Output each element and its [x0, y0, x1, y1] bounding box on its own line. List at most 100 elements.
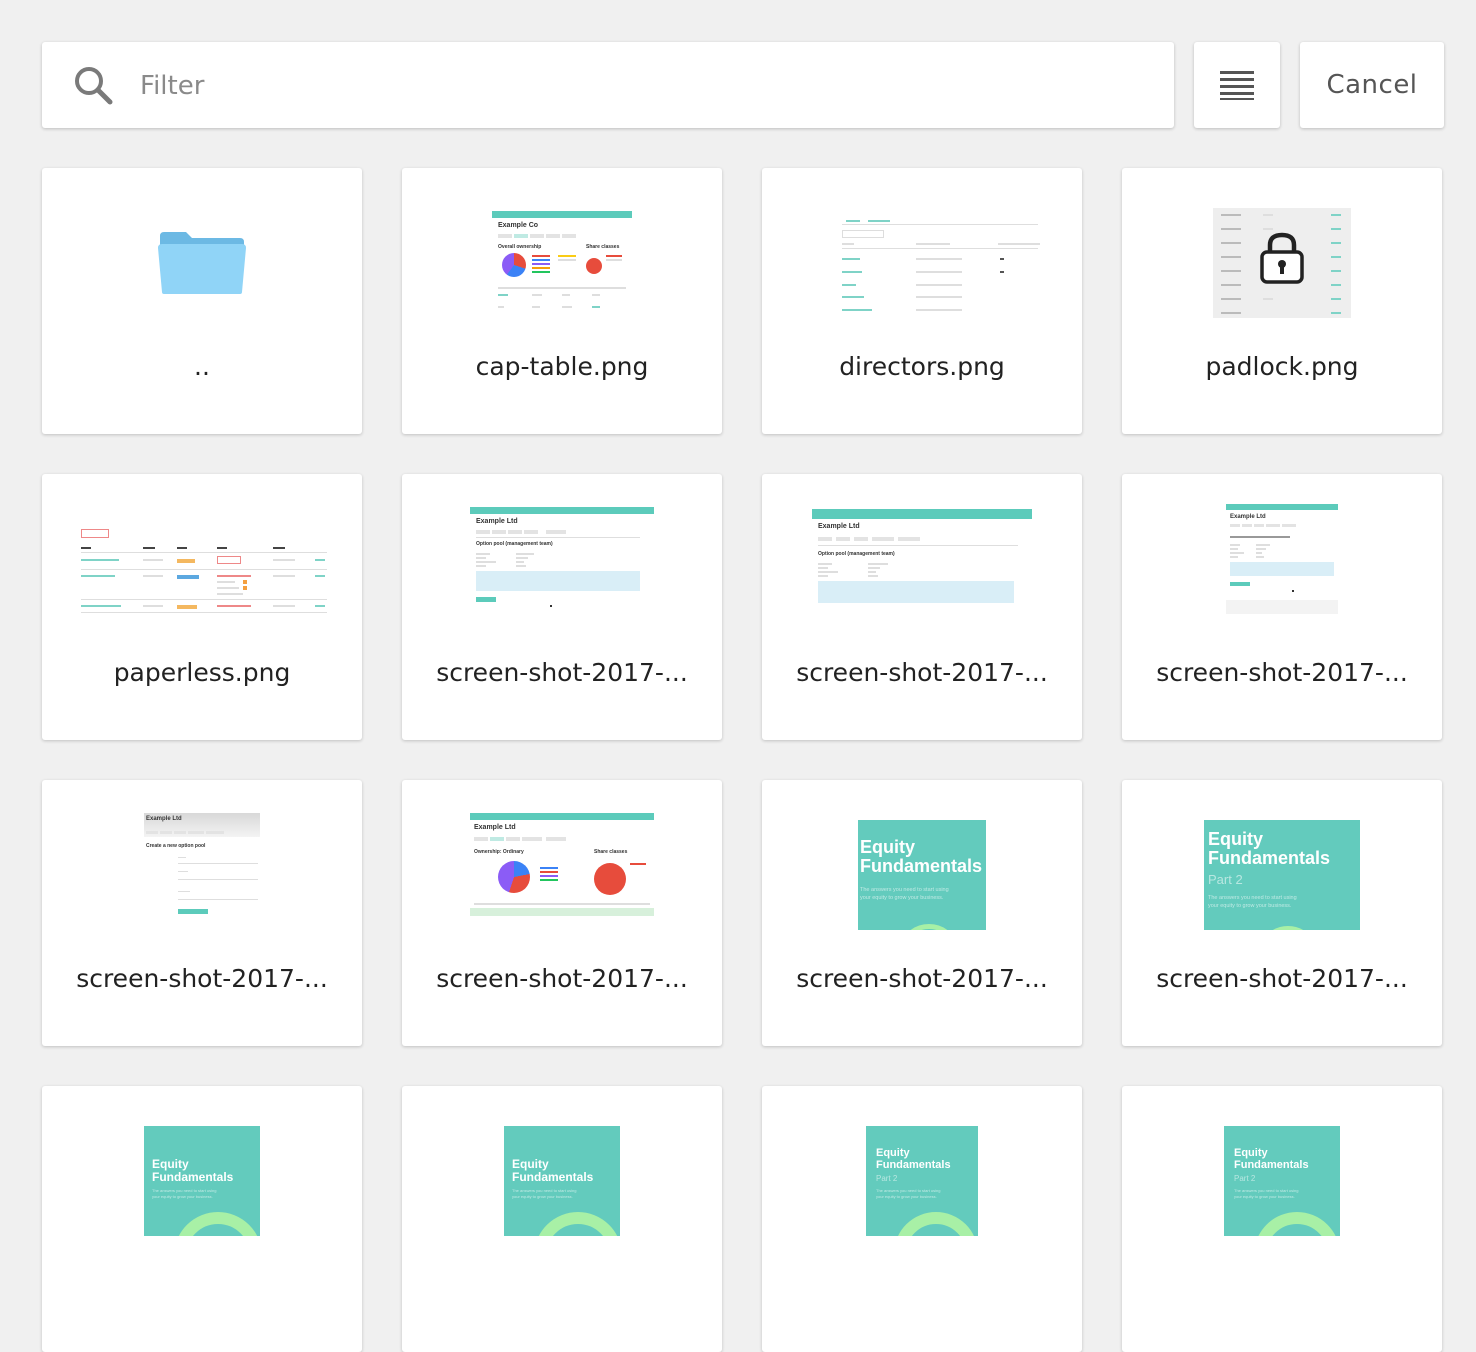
file-tile[interactable]: Example Ltd Option pool (management team…: [402, 474, 722, 740]
tile-thumbnail: [762, 198, 1082, 328]
equity-fundamentals-thumbnail: Equity Fundamentals The answers you need…: [144, 1126, 260, 1236]
thumb-title: Example Co: [498, 222, 539, 229]
create-option-pool-thumbnail: Example Ltd Create a new option pool: [144, 813, 260, 921]
tile-thumbnail: Example Ltd Ownership: Ordinary Share cl…: [402, 802, 722, 932]
thumb-title: Example Ltd: [146, 816, 182, 822]
folder-icon: [158, 232, 246, 294]
equity-title-line2: Fundamentals: [860, 855, 983, 876]
option-pool-thumbnail: Example Ltd Option pool (management team…: [812, 509, 1032, 613]
file-tile[interactable]: Example Ltd screen-shot-2017-...: [1122, 474, 1442, 740]
file-tile[interactable]: paperless.png: [42, 474, 362, 740]
tile-filename: ..: [194, 352, 210, 381]
equity-fundamentals-part2-thumbnail: Equity Fundamentals Part 2 The answers y…: [1224, 1126, 1340, 1236]
cap-table-thumbnail: Example Co Overall ownership Share class…: [492, 211, 632, 315]
tile-filename: paperless.png: [113, 658, 291, 687]
file-tile[interactable]: Equity Fundamentals The answers you need…: [762, 780, 1082, 1046]
equity-sub-line2: your equity to grow your business.: [1208, 903, 1292, 910]
equity-title-line1: Equity: [1208, 829, 1264, 849]
tile-thumbnail: Equity Fundamentals The answers you need…: [762, 820, 1082, 930]
tile-filename: screen-shot-2017-...: [1156, 658, 1408, 687]
tile-filename: screen-shot-2017-...: [436, 964, 688, 993]
equity-part-label: Part 2: [1208, 872, 1243, 887]
tile-thumbnail: [42, 198, 362, 328]
paperless-thumbnail: [77, 513, 327, 613]
tile-thumbnail: Example Ltd Create a new option pool: [42, 802, 362, 932]
file-grid: .. Example Co Overall ownership Share cl…: [42, 168, 1442, 1352]
tile-filename: padlock.png: [1205, 352, 1359, 381]
equity-sub-line1: The answers you need to start using: [1208, 895, 1297, 901]
thumb-label: Create a new option pool: [146, 843, 206, 849]
tile-thumbnail: Example Ltd Option pool (management team…: [402, 494, 722, 624]
file-tile[interactable]: Example Ltd Option pool (management team…: [762, 474, 1082, 740]
tile-filename: cap-table.png: [475, 352, 649, 381]
list-view-icon: [1220, 71, 1254, 100]
equity-part-label: Part 2: [1234, 1174, 1256, 1183]
tile-filename: screen-shot-2017-...: [1156, 964, 1408, 993]
equity-title-line2: Fundamentals: [512, 1169, 594, 1184]
thumb-title: Example Ltd: [476, 518, 518, 525]
file-tile[interactable]: Equity Fundamentals Part 2 The answers y…: [762, 1086, 1082, 1352]
file-tile[interactable]: Example Ltd Create a new option pool scr…: [42, 780, 362, 1046]
equity-title-line2: Fundamentals: [876, 1158, 951, 1171]
ownership-thumbnail: Example Ltd Ownership: Ordinary Share cl…: [470, 813, 654, 921]
tile-thumbnail: Example Co Overall ownership Share class…: [402, 198, 722, 328]
file-tile[interactable]: Equity Fundamentals The answers you need…: [402, 1086, 722, 1352]
thumb-title: Example Ltd: [818, 523, 860, 530]
file-tile[interactable]: Example Co Overall ownership Share class…: [402, 168, 722, 434]
tile-filename: screen-shot-2017-...: [76, 964, 328, 993]
tile-thumbnail: Equity Fundamentals Part 2 The answers y…: [1122, 1126, 1442, 1236]
tile-thumbnail: [42, 498, 362, 628]
equity-sub-line1: The answers you need to start using: [860, 887, 949, 893]
equity-title-line1: Equity: [152, 1157, 189, 1171]
file-tile-parent-folder[interactable]: ..: [42, 168, 362, 434]
equity-sub-line2: your equity to grow your business.: [512, 1194, 573, 1199]
equity-title-line2: Fundamentals: [152, 1169, 234, 1184]
search-icon: [75, 67, 113, 105]
padlock-thumbnail: [1213, 208, 1351, 318]
file-tile[interactable]: Example Ltd Ownership: Ordinary Share cl…: [402, 780, 722, 1046]
thumb-label: Ownership: Ordinary: [474, 849, 524, 855]
equity-title-line2: Fundamentals: [1234, 1158, 1309, 1171]
search-box[interactable]: [42, 42, 1174, 128]
equity-title-line1: Equity: [860, 837, 916, 857]
tile-thumbnail: [1122, 198, 1442, 328]
equity-part-label: Part 2: [876, 1174, 898, 1183]
filter-input[interactable]: [138, 64, 1142, 108]
thumb-label: Share classes: [594, 849, 628, 855]
equity-title-line1: Equity: [512, 1157, 549, 1171]
file-tile[interactable]: padlock.png: [1122, 168, 1442, 434]
tile-thumbnail: Equity Fundamentals The answers you need…: [402, 1126, 722, 1236]
file-tile[interactable]: Equity Fundamentals The answers you need…: [42, 1086, 362, 1352]
tile-filename: screen-shot-2017-...: [796, 964, 1048, 993]
file-picker-toolbar: Cancel: [42, 42, 1444, 128]
tile-filename: directors.png: [839, 352, 1005, 381]
tile-thumbnail: Equity Fundamentals Part 2 The answers y…: [1122, 820, 1442, 930]
directors-thumbnail: [802, 210, 1042, 316]
file-tile[interactable]: directors.png: [762, 168, 1082, 434]
option-pool-thumbnail: Example Ltd: [1226, 504, 1338, 614]
equity-fundamentals-part2-thumbnail: Equity Fundamentals Part 2 The answers y…: [866, 1126, 978, 1236]
thumb-label: Share classes: [586, 244, 620, 250]
list-view-button[interactable]: [1194, 42, 1280, 128]
file-tile[interactable]: Equity Fundamentals Part 2 The answers y…: [1122, 780, 1442, 1046]
tile-filename: screen-shot-2017-...: [436, 658, 688, 687]
thumb-label: Option pool (management team): [476, 541, 553, 547]
tile-thumbnail: Example Ltd Option pool (management team…: [762, 496, 1082, 626]
equity-fundamentals-part2-thumbnail: Equity Fundamentals Part 2 The answers y…: [1204, 820, 1360, 930]
equity-title-line2: Fundamentals: [1208, 847, 1331, 868]
thumb-title: Example Ltd: [1230, 514, 1266, 520]
thumb-label: Overall ownership: [498, 244, 542, 250]
equity-title-line1: Equity: [1234, 1147, 1268, 1159]
option-pool-thumbnail: Example Ltd Option pool (management team…: [470, 507, 654, 611]
file-tile[interactable]: Equity Fundamentals Part 2 The answers y…: [1122, 1086, 1442, 1352]
equity-sub-line2: your equity to grow your business.: [1234, 1194, 1295, 1199]
tile-thumbnail: Example Ltd: [1122, 494, 1442, 624]
thumb-title: Example Ltd: [474, 824, 516, 831]
tile-filename: screen-shot-2017-...: [796, 658, 1048, 687]
thumb-label: Option pool (management team): [818, 551, 895, 557]
equity-sub-line2: your equity to grow your business.: [152, 1194, 213, 1199]
equity-title-line1: Equity: [876, 1147, 910, 1159]
cancel-button[interactable]: Cancel: [1300, 42, 1444, 128]
tile-thumbnail: Equity Fundamentals The answers you need…: [42, 1126, 362, 1236]
equity-sub-line2: your equity to grow your business.: [876, 1194, 937, 1199]
